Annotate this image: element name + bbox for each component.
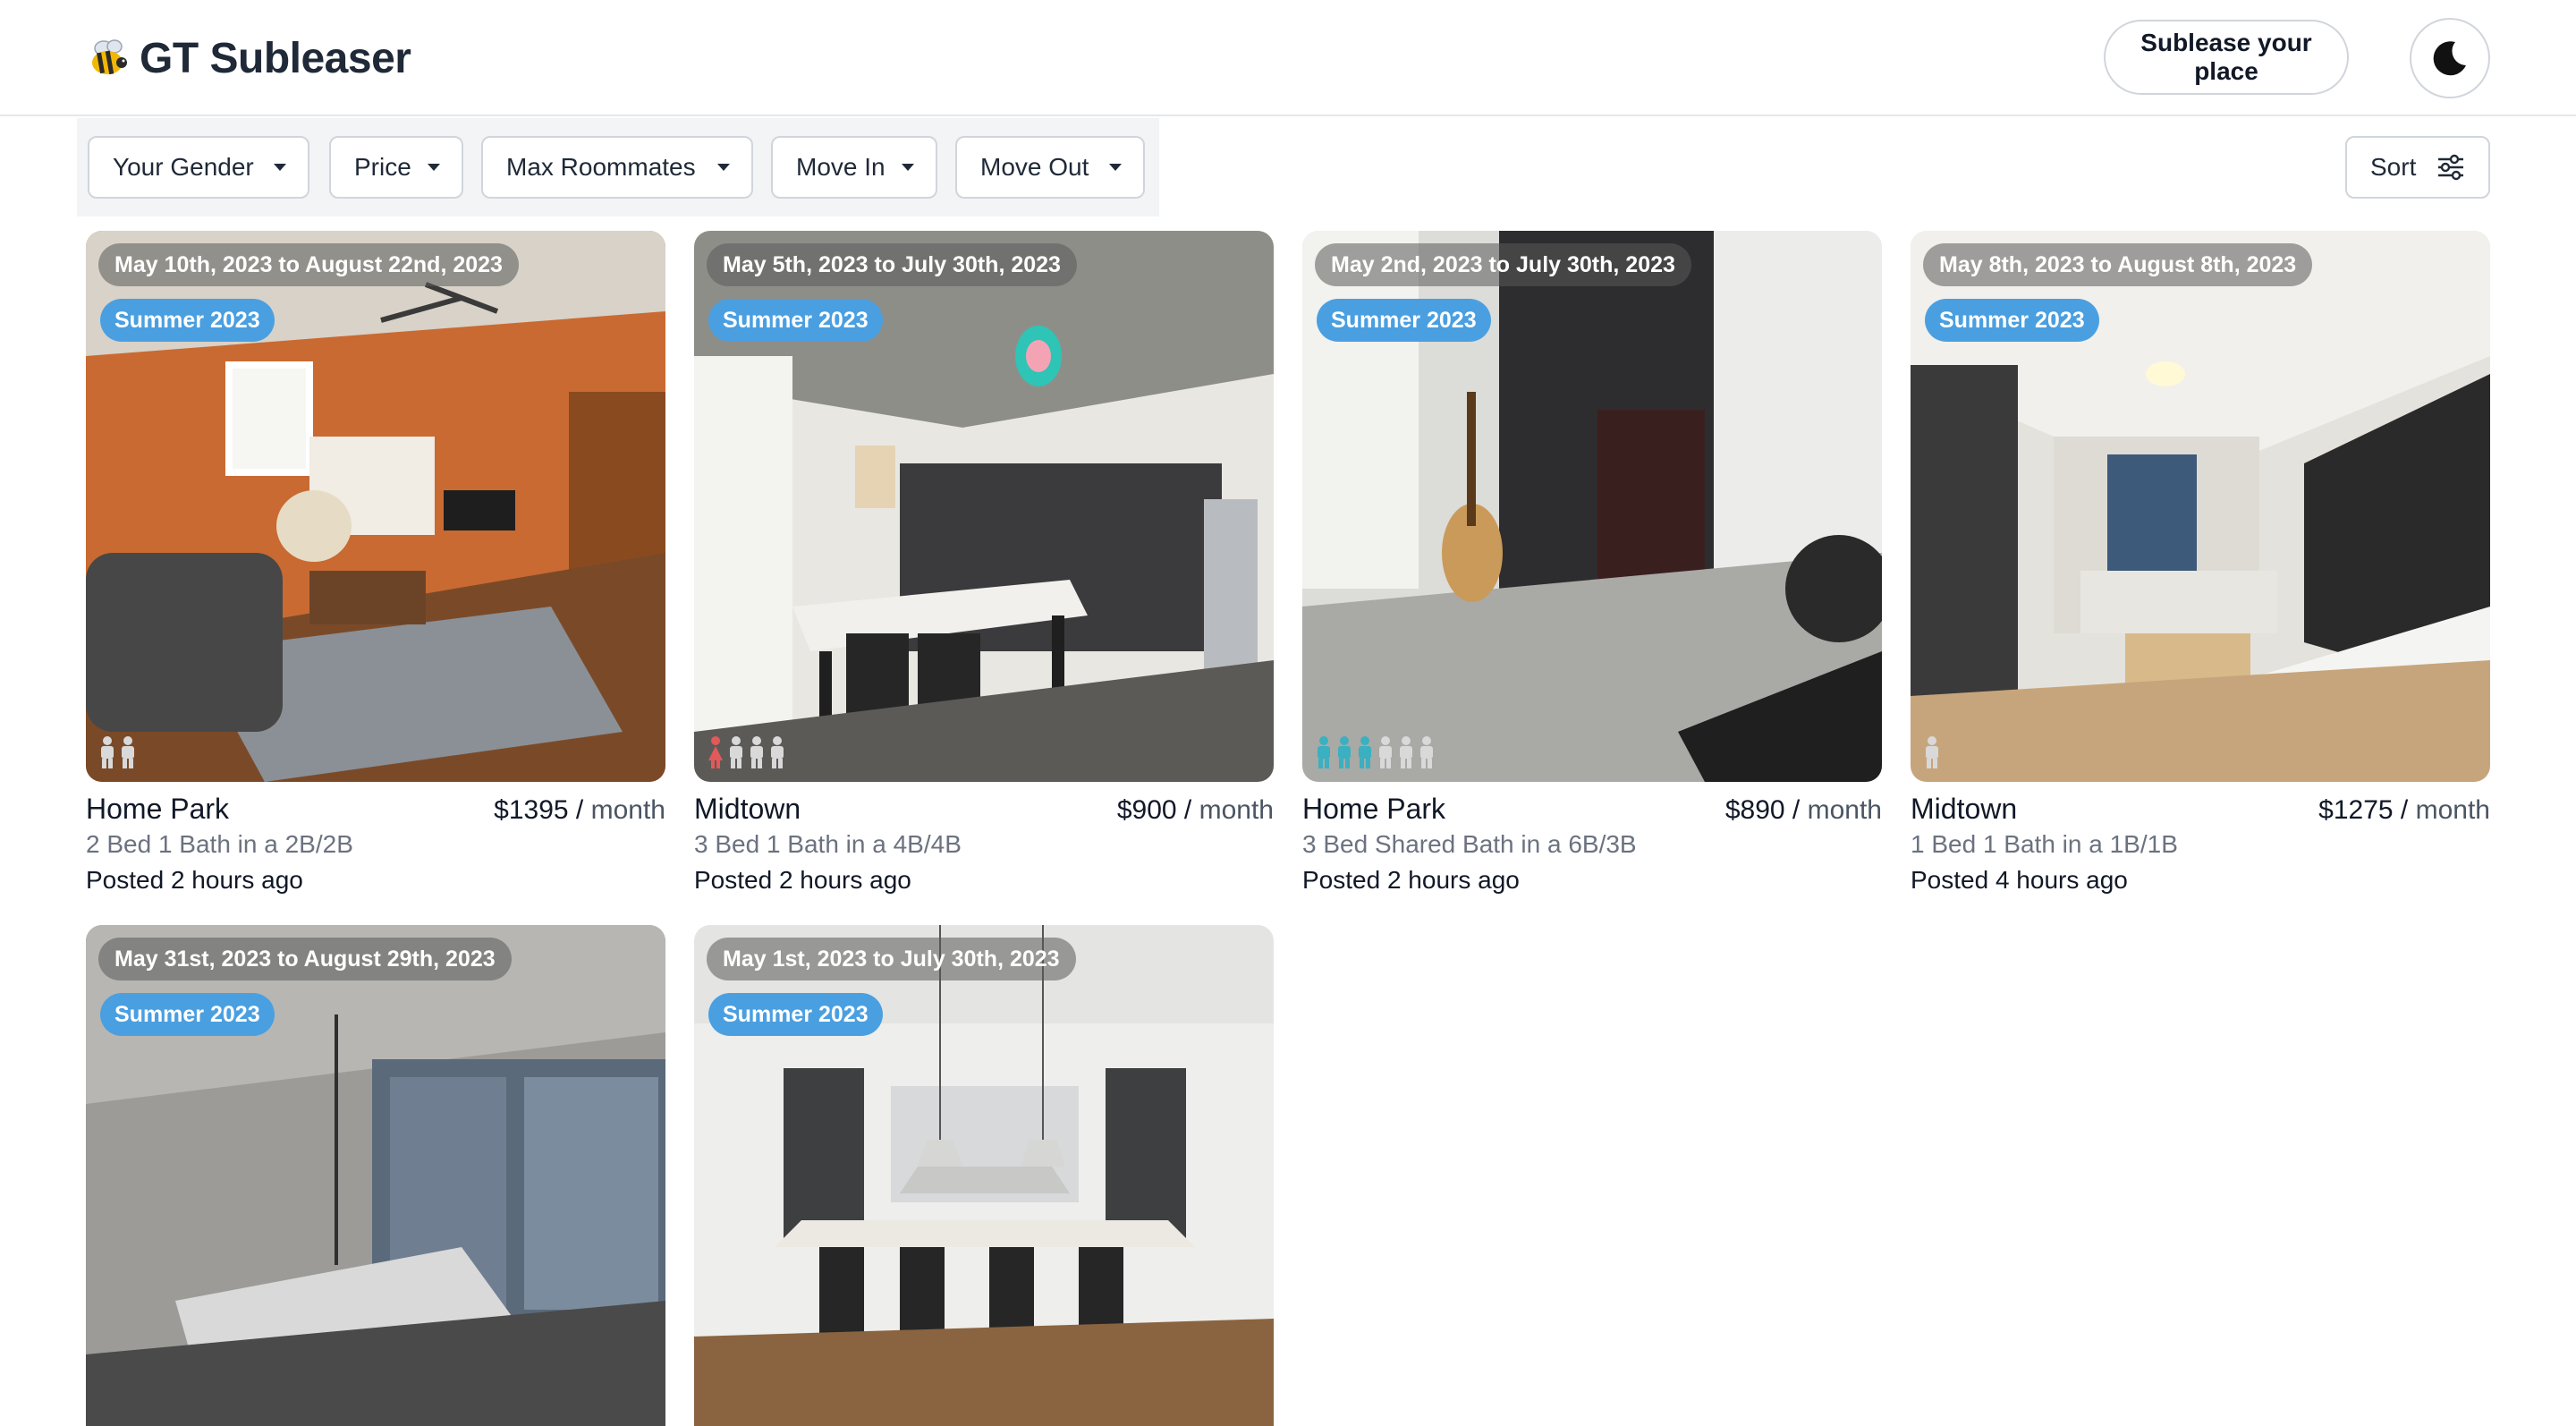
listing-description: 1 Bed 1 Bath in a 1B/1B [1911,830,2178,858]
top-header: GT Subleaser Sublease your place [0,0,2576,116]
listing-posted-time: Posted 4 hours ago [1911,866,2128,894]
listing-card[interactable]: May 5th, 2023 to July 30th, 2023 Summer … [694,231,1274,895]
brand-logo[interactable]: GT Subleaser [86,29,411,88]
term-badge: Summer 2023 [708,993,883,1036]
sliders-icon [2438,154,2463,181]
person-empty-icon [122,736,134,768]
listing-posted-time: Posted 2 hours ago [1302,866,1520,894]
date-range-badge: May 1st, 2023 to July 30th, 2023 [707,938,1076,980]
listing-card[interactable]: May 2nd, 2023 to July 30th, 2023 Summer … [1302,231,1882,895]
roommate-indicator [1923,735,1941,769]
listing-posted-time: Posted 2 hours ago [86,866,303,894]
roommate-indicator [707,735,786,769]
person-male-icon [1359,736,1371,768]
listing-photo[interactable]: May 31st, 2023 to August 29th, 2023 Summ… [86,925,665,1426]
person-empty-icon [1926,736,1938,768]
brand-title: GT Subleaser [140,34,411,82]
caret-down-icon [1109,164,1122,171]
date-range-badge: May 5th, 2023 to July 30th, 2023 [707,243,1077,286]
sort-label: Sort [2370,153,2417,181]
filter-label: Your Gender [113,153,254,181]
filter-label: Max Roommates [506,153,696,181]
sublease-your-place-button[interactable]: Sublease your place [2104,20,2349,95]
listing-description: 3 Bed 1 Bath in a 4B/4B [694,830,962,858]
listing-price: $1395 / month [494,795,665,825]
roommate-indicator [98,735,137,769]
caret-down-icon [428,164,440,171]
listing-price: $1275 / month [2318,795,2490,825]
price-period: month [1199,795,1274,825]
person-male-icon [1318,736,1330,768]
term-badge: Summer 2023 [708,299,883,342]
listing-location: Midtown [694,793,801,825]
person-empty-icon [1379,736,1392,768]
person-empty-icon [730,736,742,768]
person-male-icon [1338,736,1351,768]
term-badge: Summer 2023 [1317,299,1491,342]
filter-gender[interactable]: Your Gender [88,136,309,199]
price-amount: $900 [1116,795,1177,825]
price-amount: $890 [1724,795,1785,825]
listing-price: $900 / month [1116,795,1274,825]
listing-photo[interactable]: May 2nd, 2023 to July 30th, 2023 Summer … [1302,231,1882,782]
date-range-badge: May 8th, 2023 to August 8th, 2023 [1923,243,2313,286]
dark-mode-toggle[interactable] [2410,18,2490,98]
person-empty-icon [101,736,114,768]
date-range-badge: May 10th, 2023 to August 22nd, 2023 [98,243,519,286]
person-empty-icon [1400,736,1412,768]
filter-label: Price [354,153,411,181]
person-empty-icon [750,736,763,768]
bee-icon [92,39,127,75]
listing-card[interactable]: May 1st, 2023 to July 30th, 2023 Summer … [694,925,1274,1426]
price-period: month [2415,795,2490,825]
listing-location: Home Park [86,793,230,825]
filter-label: Move Out [980,153,1089,181]
listing-card[interactable]: May 8th, 2023 to August 8th, 2023 Summer… [1911,231,2490,895]
listing-card[interactable]: May 31st, 2023 to August 29th, 2023 Summ… [86,925,665,1426]
filter-label: Move In [796,153,886,181]
listing-photo[interactable]: May 10th, 2023 to August 22nd, 2023 Summ… [86,231,665,782]
listing-location: Home Park [1302,793,1446,825]
sort-button[interactable]: Sort [2345,136,2490,199]
listing-price: $890 / month [1724,795,1882,825]
price-period: month [1807,795,1882,825]
price-period: month [590,795,665,825]
person-female-icon [708,736,723,768]
listing-description: 2 Bed 1 Bath in a 2B/2B [86,830,353,858]
listing-photo[interactable]: May 1st, 2023 to July 30th, 2023 Summer … [694,925,1274,1426]
caret-down-icon [274,164,286,171]
listing-description: 3 Bed Shared Bath in a 6B/3B [1302,830,1637,858]
listing-photo[interactable]: May 5th, 2023 to July 30th, 2023 Summer … [694,231,1274,782]
moon-icon [2433,41,2466,76]
date-range-badge: May 2nd, 2023 to July 30th, 2023 [1315,243,1691,286]
price-amount: $1395 [494,795,569,825]
caret-down-icon [717,164,730,171]
filter-max-roommates[interactable]: Max Roommates [481,136,753,199]
listing-photo[interactable]: May 8th, 2023 to August 8th, 2023 Summer… [1911,231,2490,782]
term-badge: Summer 2023 [100,993,275,1036]
filter-move-out[interactable]: Move Out [955,136,1145,199]
filter-price[interactable]: Price [329,136,463,199]
term-badge: Summer 2023 [1925,299,2099,342]
filter-move-in[interactable]: Move In [771,136,937,199]
listing-posted-time: Posted 2 hours ago [694,866,911,894]
term-badge: Summer 2023 [100,299,275,342]
person-empty-icon [771,736,784,768]
price-amount: $1275 [2318,795,2394,825]
roommate-indicator [1315,735,1436,769]
listing-location: Midtown [1911,793,2018,825]
person-empty-icon [1420,736,1433,768]
date-range-badge: May 31st, 2023 to August 29th, 2023 [98,938,512,980]
listing-card[interactable]: May 10th, 2023 to August 22nd, 2023 Summ… [86,231,665,895]
caret-down-icon [902,164,914,171]
